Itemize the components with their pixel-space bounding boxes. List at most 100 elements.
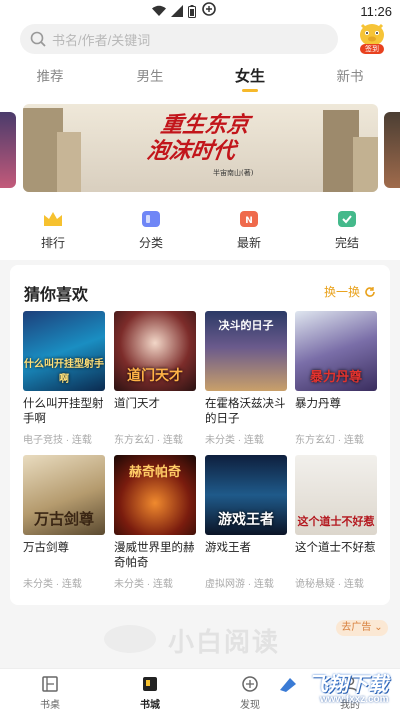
battery-icon: [188, 4, 197, 18]
status-clock: 11:26: [360, 3, 392, 19]
nav-bookstore-label: 书城: [140, 700, 160, 711]
book-cover-title: 游戏王者: [218, 512, 274, 528]
category-latest[interactable]: N 最新: [200, 196, 298, 260]
book-item[interactable]: 这个道士不好惹 这个道士不好惹 诡秘悬疑 · 连载: [295, 455, 377, 590]
banner-author: 半宙南山(著): [213, 169, 254, 177]
book-cover: 决斗的日子: [205, 311, 287, 391]
crown-icon: [44, 212, 62, 226]
category-latest-label: 最新: [236, 236, 261, 250]
sign-in-button[interactable]: 签到: [356, 22, 388, 54]
banner-title-line2: 泡沫时代: [145, 138, 237, 164]
book-item[interactable]: 万古剑尊 万古剑尊 未分类 · 连载: [23, 455, 105, 590]
app-notification-icon: [202, 2, 217, 20]
remove-ads-button[interactable]: 去广告 ⌄: [336, 620, 388, 636]
tab-new-books[interactable]: 新书: [300, 58, 400, 96]
channel-tabs: 推荐 男生 女生 新书: [0, 58, 400, 96]
book-item[interactable]: 道门天才 道门天才 东方玄幻 · 连载: [114, 311, 196, 446]
bookstore-icon: [143, 677, 157, 691]
remove-ads-label: 去广告: [341, 622, 372, 633]
refresh-button[interactable]: 换一换: [324, 283, 376, 300]
book-cover: 暴力丹尊: [295, 311, 377, 391]
ad-banner[interactable]: 小白阅读 去广告 ⌄: [0, 608, 400, 668]
book-meta: 电子竞技 · 连载: [23, 435, 92, 446]
book-meta: 虚拟网游 · 连载: [205, 579, 274, 590]
watermark-text: 飞翔下载: [308, 672, 388, 696]
book-meta: 东方玄幻 · 连载: [114, 435, 183, 446]
banner-next-peek[interactable]: [384, 112, 400, 188]
wifi-icon: [152, 5, 167, 16]
nav-discover-label: 发现: [240, 700, 260, 711]
refresh-label: 换一换: [323, 285, 360, 299]
banner-title-line1: 重生东京: [158, 112, 251, 138]
book-title: 暴力丹尊: [295, 398, 341, 410]
category-shortcuts: 排行 分类 N 最新 完结: [0, 196, 400, 260]
pig-logo-icon: [104, 625, 156, 653]
search-input[interactable]: 书名/作者/关键词: [20, 24, 338, 54]
book-title: 在霍格沃兹决斗的日子: [205, 398, 286, 425]
section-title: 猜你喜欢: [24, 287, 89, 304]
book-title: 这个道士不好惹: [295, 542, 376, 554]
book-cover-title: 什么叫开挂型射手啊: [24, 359, 104, 385]
book-cover: 道门天才: [114, 311, 196, 391]
book-item[interactable]: 什么叫开挂型射手啊 什么叫开挂型射手啊 电子竞技 · 连载: [23, 311, 105, 446]
banner-building-left2: [57, 132, 81, 192]
book-cover: 这个道士不好惹: [295, 455, 377, 535]
search-icon: [30, 31, 46, 47]
svg-text:N: N: [245, 216, 253, 226]
refresh-icon: [365, 286, 375, 297]
nav-bookstore[interactable]: 书城: [100, 669, 200, 711]
banner-title: 重生东京 泡沫时代: [99, 112, 306, 164]
watermark: 飞翔下载 www.fxxz.com: [268, 664, 400, 711]
signal-icon: [171, 5, 184, 17]
nav-bookshelf-label: 书桌: [40, 700, 60, 711]
watermark-url: www.fxxz.com: [320, 694, 389, 705]
book-cover-title: 道门天才: [127, 368, 183, 384]
banner-prev-peek[interactable]: [0, 112, 16, 188]
book-meta: 未分类 · 连载: [23, 579, 82, 590]
nav-bookshelf[interactable]: 书桌: [0, 669, 100, 711]
tab-female[interactable]: 女生: [200, 58, 300, 96]
banner-building-right2: [353, 137, 378, 192]
book-cover-title: 暴力丹尊: [309, 370, 362, 385]
book-item[interactable]: 赫奇帕奇 漫威世界里的赫奇帕奇 未分类 · 连载: [114, 455, 196, 590]
tab-recommend[interactable]: 推荐: [0, 58, 100, 96]
book-title: 漫威世界里的赫奇帕奇: [114, 542, 195, 569]
book-meta: 未分类 · 连载: [205, 435, 264, 446]
category-classify[interactable]: 分类: [102, 196, 200, 260]
book-cover: 游戏王者: [205, 455, 287, 535]
book-item[interactable]: 决斗的日子 在霍格沃兹决斗的日子 未分类 · 连载: [205, 311, 287, 446]
ad-logo-text: 小白阅读: [168, 628, 281, 658]
status-bar: 11:26: [0, 0, 400, 22]
category-finished[interactable]: 完结: [298, 196, 396, 260]
book-meta: 未分类 · 连载: [114, 579, 173, 590]
discover-icon: [242, 676, 258, 692]
category-icon: [142, 211, 160, 227]
book-item[interactable]: 暴力丹尊 暴力丹尊 东方玄幻 · 连载: [295, 311, 377, 446]
status-icons: [152, 4, 197, 18]
watermark-logo-icon: [271, 669, 305, 703]
tab-male[interactable]: 男生: [100, 58, 200, 96]
book-cover: 什么叫开挂型射手啊: [23, 311, 105, 391]
category-rank-label: 排行: [40, 236, 65, 250]
chevron-down-icon: ⌄: [374, 622, 383, 633]
book-title: 什么叫开挂型射手啊: [23, 398, 104, 425]
book-item[interactable]: 游戏王者 游戏王者 虚拟网游 · 连载: [205, 455, 287, 590]
banner-carousel[interactable]: 重生东京 泡沫时代 半宙南山(著): [23, 104, 378, 192]
category-finished-label: 完结: [334, 236, 359, 250]
guess-you-like-card: 猜你喜欢 换一换 什么叫开挂型射手啊 什么叫开挂型射手啊 电子竞技 · 连载 道…: [10, 265, 390, 605]
book-cover-title: 这个道士不好惹: [297, 515, 375, 528]
category-rank[interactable]: 排行: [4, 196, 102, 260]
book-cover-title: 决斗的日子: [218, 319, 274, 332]
sign-in-label: 签到: [360, 44, 384, 54]
search-placeholder: 书名/作者/关键词: [52, 32, 151, 48]
book-meta: 东方玄幻 · 连载: [295, 435, 364, 446]
book-cover: 万古剑尊: [23, 455, 105, 535]
book-cover: 赫奇帕奇: [114, 455, 196, 535]
check-icon: [338, 211, 356, 227]
category-classify-label: 分类: [138, 236, 163, 250]
bookshelf-icon: [42, 676, 58, 692]
book-title: 游戏王者: [205, 542, 251, 554]
book-cover-title: 万古剑尊: [33, 510, 94, 528]
search-row: 书名/作者/关键词 签到: [0, 22, 400, 58]
new-icon: N: [240, 211, 258, 227]
